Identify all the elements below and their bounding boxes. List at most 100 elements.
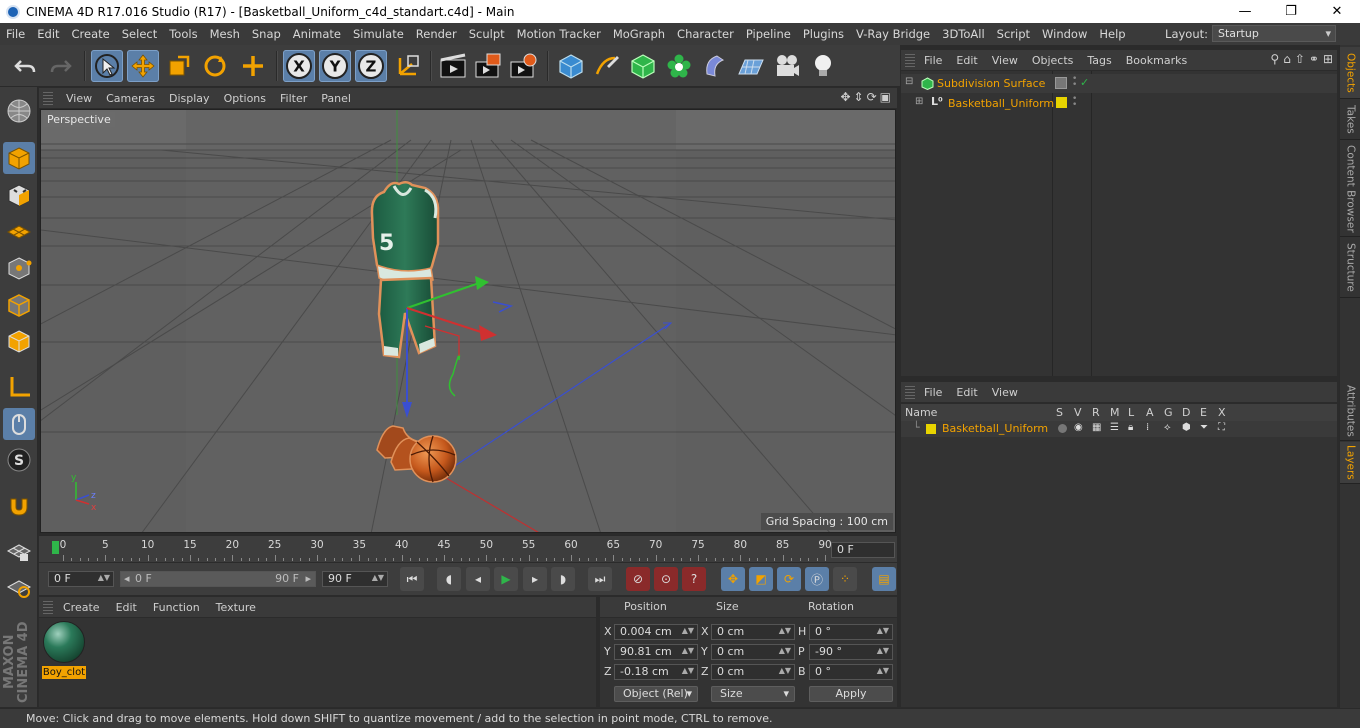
deformer-icon[interactable]: ⬢ [1182,422,1191,433]
texture-mode-button[interactable] [3,179,35,211]
menu-select[interactable]: Select [116,23,163,45]
pen-spline-button[interactable] [591,50,623,82]
key-position-button[interactable]: ✥ [721,567,745,591]
object-menu-file[interactable]: File [917,54,949,67]
viewport-toggle-icon[interactable]: ▣ [880,90,891,104]
menu-sculpt[interactable]: Sculpt [463,23,511,45]
x-axis-lock-button[interactable]: X [283,50,315,82]
position-y-field[interactable]: 90.81 cm ▲▼ [614,644,698,660]
menu-vray-bridge[interactable]: V-Ray Bridge [850,23,936,45]
polygons-mode-button[interactable] [3,325,35,357]
layer-menu-view[interactable]: View [985,386,1025,399]
home-icon[interactable]: ⌂ [1283,52,1291,66]
apply-button[interactable]: Apply [809,686,893,702]
snap-button[interactable]: S [3,444,35,476]
deformer-button[interactable] [699,50,731,82]
go-to-end-button[interactable]: ⏭ [588,567,612,591]
menu-tools[interactable]: Tools [163,23,203,45]
tab-layers[interactable]: Layers [1340,442,1360,484]
key-point-level-button[interactable]: ⁘ [833,567,857,591]
position-z-field[interactable]: -0.18 cm ▲▼ [614,664,698,680]
expression-icon[interactable]: ⏷ [1200,422,1208,433]
lock-icon[interactable]: 🔒︎ [1128,422,1133,433]
preview-start-field[interactable]: 0 F ▲▼ [48,571,114,587]
play-button[interactable]: ▶ [494,567,518,591]
menu-animate[interactable]: Animate [287,23,347,45]
recent-tools-button[interactable] [237,50,269,82]
viewport-menu-options[interactable]: Options [217,92,273,105]
coordinate-mode-select[interactable]: Object (Rel) [614,686,698,702]
tab-content-browser[interactable]: Content Browser [1340,141,1360,237]
object-menu-objects[interactable]: Objects [1025,54,1081,67]
panel-grip[interactable] [905,53,915,67]
basketball-model[interactable] [409,435,457,483]
move-tool-button[interactable] [127,50,159,82]
layer-color-swatch[interactable] [1056,97,1067,108]
material-menu-edit[interactable]: Edit [108,601,145,614]
menu-plugins[interactable]: Plugins [797,23,850,45]
object-menu-edit[interactable]: Edit [949,54,984,67]
menu-mograph[interactable]: MoGraph [607,23,671,45]
menu-edit[interactable]: Edit [31,23,65,45]
light-button[interactable] [807,50,839,82]
up-arrow-icon[interactable]: ⇧ [1295,52,1305,66]
tab-structure[interactable]: Structure [1340,238,1360,298]
close-button[interactable]: ✕ [1314,0,1360,23]
redo-button[interactable] [45,50,77,82]
layout-select[interactable]: Startup [1212,25,1336,42]
menu-help[interactable]: Help [1093,23,1131,45]
position-x-field[interactable]: 0.004 cm ▲▼ [614,624,698,640]
cloner-button[interactable] [663,50,695,82]
material-name[interactable]: Boy_clot [42,666,86,679]
go-to-start-button[interactable]: ⏮ [400,567,424,591]
points-mode-button[interactable] [3,252,35,284]
xref-icon[interactable]: ⛶ [1218,422,1225,433]
generator-icon[interactable]: ⟡ [1164,422,1171,433]
menu-window[interactable]: Window [1036,23,1093,45]
panel-grip[interactable] [43,91,53,105]
keyframe-selection-button[interactable]: ? [682,567,706,591]
floor-button[interactable] [735,50,767,82]
render-settings-button[interactable] [507,50,539,82]
cube-button[interactable] [555,50,587,82]
material-swatch[interactable] [43,621,85,663]
planar-workplane-button[interactable] [3,570,35,602]
viewport-menu-cameras[interactable]: Cameras [99,92,162,105]
menu-3dtoall[interactable]: 3DToAll [936,23,991,45]
make-editable-button[interactable] [3,95,35,127]
rotation-b-field[interactable]: 0 ° ▲▼ [809,664,893,680]
menu-script[interactable]: Script [991,23,1036,45]
autokeying-button[interactable]: ⊙ [654,567,678,591]
material-menu-texture[interactable]: Texture [208,601,264,614]
eye-icon[interactable]: ◉ [1074,422,1083,433]
z-axis-lock-button[interactable]: Z [355,50,387,82]
object-menu-bookmarks[interactable]: Bookmarks [1119,54,1194,67]
manager-list-icon[interactable]: ☰ [1110,422,1119,433]
tab-takes[interactable]: Takes [1340,100,1360,140]
workplane-mode-button[interactable] [3,215,35,247]
menu-mesh[interactable]: Mesh [204,23,246,45]
minimize-button[interactable]: — [1222,0,1268,23]
y-axis-lock-button[interactable]: Y [319,50,351,82]
menu-simulate[interactable]: Simulate [347,23,410,45]
viewport-pan-icon[interactable]: ✥ [840,90,850,104]
size-mode-select[interactable]: Size [711,686,795,702]
size-y-field[interactable]: 0 cm ▲▼ [711,644,795,660]
viewport-menu-panel[interactable]: Panel [314,92,358,105]
rotate-tool-button[interactable] [199,50,231,82]
object-name[interactable]: Subdivision Surface [937,77,1045,90]
subdivision-surface-button[interactable] [627,50,659,82]
workplane-lock-button[interactable] [3,534,35,566]
menu-motion-tracker[interactable]: Motion Tracker [511,23,607,45]
animation-icon[interactable]: ⁞ [1146,422,1149,433]
visibility-dots-icon[interactable]: • • [1072,95,1077,110]
menu-snap[interactable]: Snap [246,23,287,45]
menu-create[interactable]: Create [66,23,116,45]
preview-range-slider[interactable]: ◂ 0 F 90 F ▸ [120,571,316,587]
layer-menu-edit[interactable]: Edit [949,386,984,399]
size-z-field[interactable]: 0 cm ▲▼ [711,664,795,680]
tweak-mode-button[interactable] [3,408,35,440]
next-frame-button[interactable]: ▸ [523,567,547,591]
rotation-h-field[interactable]: 0 ° ▲▼ [809,624,893,640]
key-parameter-button[interactable]: Ⓟ [805,567,829,591]
